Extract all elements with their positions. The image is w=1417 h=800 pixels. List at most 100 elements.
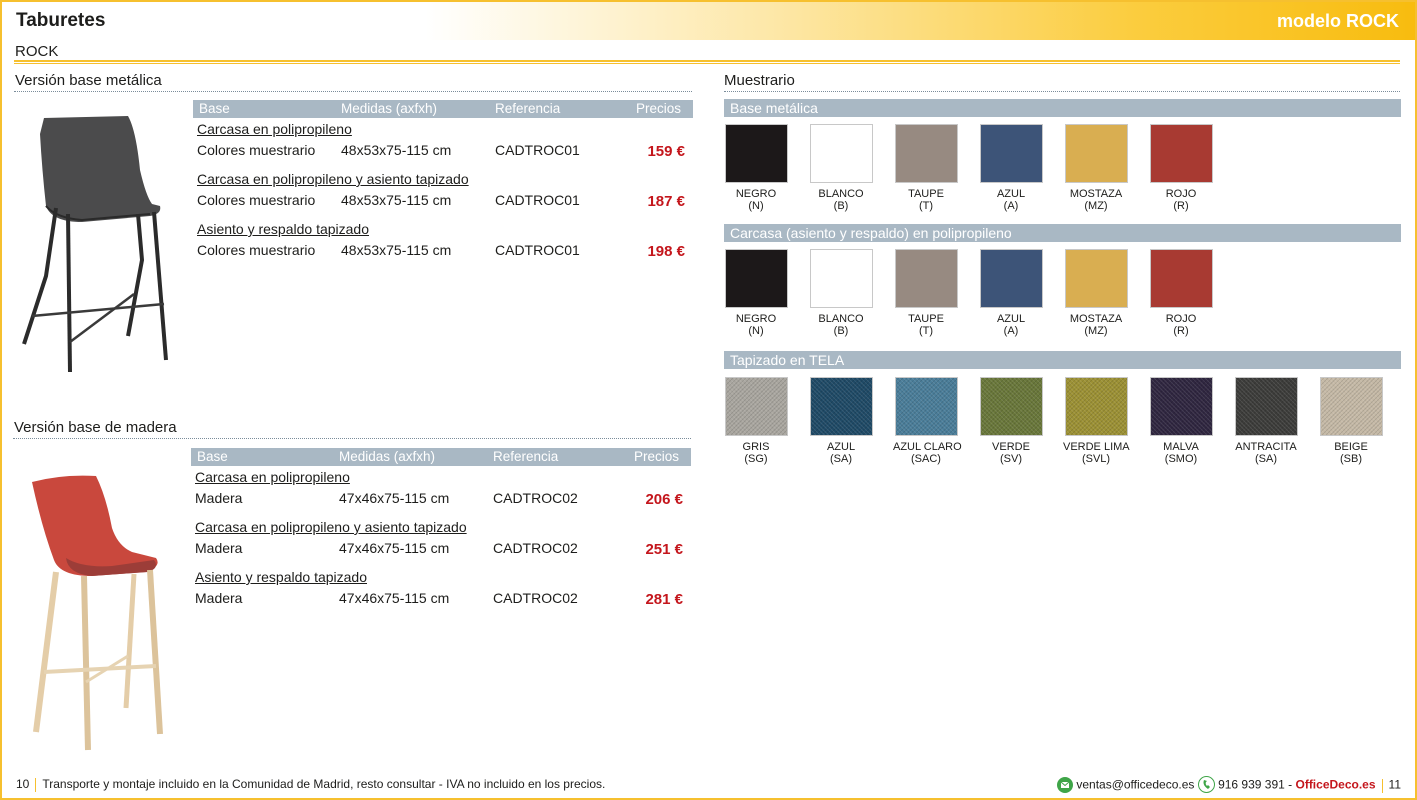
swatch-code: (SA) (830, 453, 852, 465)
row-base: Madera (195, 490, 243, 506)
swatch-name: NEGRO (735, 188, 777, 200)
swatch-name: MOSTAZA (1069, 313, 1123, 325)
row-base: Madera (195, 590, 243, 606)
wood-section-divider (13, 438, 691, 439)
swatch-name: VERDE LIMA (1063, 441, 1130, 453)
swatch-code: (SAC) (911, 453, 941, 465)
metal-table-header: Base Medidas (axfxh) Referencia Precios (193, 100, 693, 118)
color-swatch: AZUL (A) (978, 249, 1044, 337)
swatch-chip (809, 377, 873, 436)
swatch-group-label: Tapizado en TELA (730, 352, 845, 368)
column-measures: Medidas (axfxh) (341, 101, 438, 116)
swatch-name: ROJO (1165, 313, 1197, 325)
table-row: Carcasa en polipropileno y asiento tapiz… (191, 516, 691, 566)
color-swatch: NEGRO (N) (723, 124, 789, 212)
row-price: 198 € (647, 243, 685, 260)
swatch-chip (724, 377, 788, 436)
header-rule (14, 60, 1400, 64)
swatch-chip (894, 377, 958, 436)
swatch-group-header: Tapizado en TELA (724, 351, 1401, 369)
swatch-name: ROJO (1165, 188, 1197, 200)
row-price: 251 € (645, 541, 683, 558)
swatch-name: NEGRO (735, 313, 777, 325)
color-swatch: MOSTAZA (MZ) (1063, 124, 1129, 212)
swatch-group-label: Carcasa (asiento y respaldo) en poliprop… (730, 225, 1012, 241)
swatch-name: TAUPE (908, 188, 944, 200)
swatch-code: (T) (918, 325, 934, 337)
swatch-chip (1234, 377, 1298, 436)
row-group-title: Asiento y respaldo tapizado (197, 221, 369, 237)
swatch-name: MALVA (1163, 441, 1199, 453)
row-reference: CADTROC01 (495, 192, 580, 208)
wood-table-header: Base Medidas (axfxh) Referencia Precios (191, 448, 691, 466)
swatch-name: ANTRACITA (1235, 441, 1297, 453)
color-swatch: TAUPE (T) (893, 249, 959, 337)
row-reference: CADTROC02 (493, 590, 578, 606)
table-row: Carcasa en polipropileno Colores muestra… (193, 118, 693, 168)
swatch-code: (N) (748, 200, 764, 212)
color-swatch: MALVA (SMO) (1148, 377, 1214, 465)
swatch-chip (1149, 377, 1213, 436)
row-measures: 47x46x75-115 cm (339, 490, 450, 506)
color-swatch: ROJO (R) (1148, 249, 1214, 337)
swatch-code: (B) (833, 200, 849, 212)
row-reference: CADTROC01 (495, 242, 580, 258)
swatch-code: (SMO) (1164, 453, 1198, 465)
swatch-code: (A) (1003, 200, 1019, 212)
swatch-name: BLANCO (818, 313, 864, 325)
brand-link[interactable]: OfficeDeco.es (1295, 778, 1375, 792)
product-name: ROCK (15, 43, 59, 60)
swatch-code: (SG) (744, 453, 768, 465)
swatch-code: (SV) (1000, 453, 1022, 465)
color-swatch: TAUPE (T) (893, 124, 959, 212)
row-price: 281 € (645, 591, 683, 608)
swatch-name: BLANCO (818, 188, 864, 200)
color-swatch: BLANCO (B) (808, 249, 874, 337)
contact-phone[interactable]: 916 939 391 (1218, 778, 1285, 792)
row-group-title: Carcasa en polipropileno y asiento tapiz… (197, 171, 469, 187)
row-group-title: Carcasa en polipropileno (197, 121, 352, 137)
metal-price-table: Base Medidas (axfxh) Referencia Precios … (193, 100, 693, 268)
wood-stool-image (32, 475, 163, 751)
footer-dash: - (1288, 777, 1293, 792)
swatch-group-header: Base metálica (724, 99, 1401, 117)
metal-section-title: Versión base metálica (15, 72, 162, 89)
color-swatch: VERDE (SV) (978, 377, 1044, 465)
swatch-code: (R) (1173, 200, 1189, 212)
color-swatch: AZUL (A) (978, 124, 1044, 212)
samples-section-title: Muestrario (724, 72, 795, 89)
wood-section-title: Versión base de madera (14, 419, 177, 436)
color-swatch: NEGRO (N) (723, 249, 789, 337)
swatch-chip (894, 249, 958, 308)
swatch-name: AZUL (996, 313, 1026, 325)
column-measures: Medidas (axfxh) (339, 449, 436, 464)
swatch-code: (B) (833, 325, 849, 337)
table-row: Carcasa en polipropileno Madera 47x46x75… (191, 466, 691, 516)
column-base: Base (199, 101, 230, 116)
row-reference: CADTROC01 (495, 142, 580, 158)
swatch-name: GRIS (742, 441, 770, 453)
swatch-chip (1064, 249, 1128, 308)
row-base: Madera (195, 540, 243, 556)
swatch-code: (R) (1173, 325, 1189, 337)
column-reference: Referencia (493, 449, 559, 464)
column-base: Base (197, 449, 228, 464)
color-swatch: ANTRACITA (SA) (1233, 377, 1299, 465)
row-price: 159 € (647, 143, 685, 160)
swatch-group-label: Base metálica (730, 100, 818, 116)
row-base: Colores muestrario (197, 242, 316, 258)
page-number-right: 11 (1388, 777, 1401, 792)
footer-right: ventas@officedeco.es 916 939 391 - Offic… (1057, 776, 1401, 794)
page-number-left: 10 (16, 777, 30, 791)
row-price: 206 € (645, 491, 683, 508)
contact-email[interactable]: ventas@officedeco.es (1076, 778, 1194, 792)
swatch-name: TAUPE (908, 313, 944, 325)
page-title: Taburetes (16, 10, 106, 31)
swatch-chip (809, 249, 873, 308)
color-swatch: GRIS (SG) (723, 377, 789, 465)
row-measures: 47x46x75-115 cm (339, 590, 450, 606)
row-group-title: Asiento y respaldo tapizado (195, 569, 367, 585)
table-row: Asiento y respaldo tapizado Colores mues… (193, 218, 693, 268)
swatch-chip (1319, 377, 1383, 436)
column-prices: Precios (636, 101, 682, 116)
